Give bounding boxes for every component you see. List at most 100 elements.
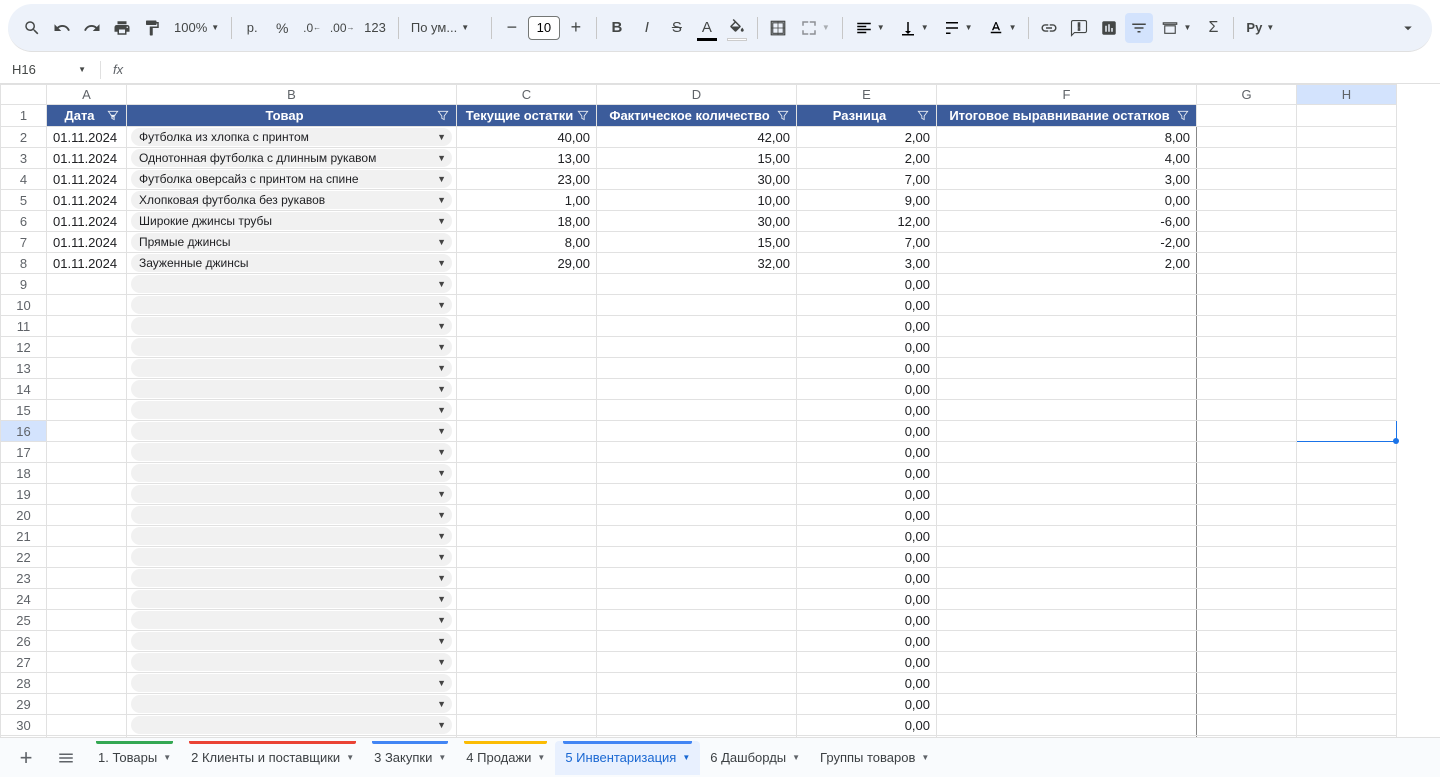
cell[interactable] <box>1197 400 1297 421</box>
cell[interactable] <box>1297 169 1397 190</box>
header-product[interactable]: Товар <box>127 105 457 127</box>
vertical-align-dropdown[interactable]: ▼ <box>893 13 935 43</box>
cell-final[interactable]: 3,00 <box>937 169 1197 190</box>
chevron-down-icon[interactable]: ▼ <box>163 753 171 762</box>
sheet-tab[interactable]: 1. Товары▼ <box>88 741 181 775</box>
cell[interactable] <box>1197 127 1297 148</box>
cell[interactable] <box>1297 400 1397 421</box>
cell[interactable] <box>1297 715 1397 736</box>
cell-diff[interactable]: 7,00 <box>797 232 937 253</box>
horizontal-align-dropdown[interactable]: ▼ <box>849 13 891 43</box>
cell-actual[interactable]: 42,00 <box>597 127 797 148</box>
cell[interactable] <box>937 694 1197 715</box>
product-dropdown[interactable]: ▼ <box>131 443 452 461</box>
cell[interactable] <box>457 568 597 589</box>
product-dropdown[interactable]: Однотонная футболка с длинным рукавом▼ <box>131 149 452 167</box>
column-header-c[interactable]: C <box>457 85 597 105</box>
cell[interactable] <box>47 463 127 484</box>
font-size-input[interactable] <box>528 16 560 40</box>
cell[interactable] <box>457 610 597 631</box>
column-header-d[interactable]: D <box>597 85 797 105</box>
more-toolbar-icon[interactable] <box>1394 13 1422 43</box>
cell[interactable] <box>1197 505 1297 526</box>
column-header-g[interactable]: G <box>1197 85 1297 105</box>
row-header[interactable]: 12 <box>1 337 47 358</box>
sheet-tab[interactable]: 2 Клиенты и поставщики▼ <box>181 741 364 775</box>
cell-diff[interactable]: 9,00 <box>797 190 937 211</box>
cell[interactable] <box>47 673 127 694</box>
row-header[interactable]: 5 <box>1 190 47 211</box>
cell[interactable] <box>1297 610 1397 631</box>
cell[interactable] <box>457 526 597 547</box>
print-icon[interactable] <box>108 13 136 43</box>
cell-current[interactable]: 29,00 <box>457 253 597 274</box>
cell[interactable] <box>457 274 597 295</box>
cell[interactable] <box>47 547 127 568</box>
cell-date[interactable]: 01.11.2024 <box>47 148 127 169</box>
column-header-a[interactable]: A <box>47 85 127 105</box>
cell-product[interactable]: ▼ <box>127 358 457 379</box>
italic-icon[interactable]: I <box>633 13 661 43</box>
cell-diff[interactable]: 0,00 <box>797 736 937 738</box>
cell-product[interactable]: Футболка оверсайз с принтом на спине▼ <box>127 169 457 190</box>
cell[interactable] <box>937 463 1197 484</box>
cell-diff[interactable]: 0,00 <box>797 337 937 358</box>
row-header[interactable]: 10 <box>1 295 47 316</box>
filter-views-dropdown[interactable]: ▼ <box>1155 13 1197 43</box>
row-header[interactable]: 24 <box>1 589 47 610</box>
cell-diff[interactable]: 0,00 <box>797 673 937 694</box>
row-header[interactable]: 17 <box>1 442 47 463</box>
product-dropdown[interactable]: ▼ <box>131 485 452 503</box>
cell[interactable] <box>1197 652 1297 673</box>
row-header[interactable]: 14 <box>1 379 47 400</box>
cell[interactable] <box>47 337 127 358</box>
cell-product[interactable]: Прямые джинсы▼ <box>127 232 457 253</box>
cell[interactable] <box>937 547 1197 568</box>
cell[interactable] <box>937 400 1197 421</box>
cell-current[interactable]: 8,00 <box>457 232 597 253</box>
header-date[interactable]: Дата <box>47 105 127 127</box>
cell[interactable] <box>1197 105 1297 127</box>
selection-handle[interactable] <box>1393 438 1399 444</box>
cell-diff[interactable]: 0,00 <box>797 442 937 463</box>
cell-product[interactable]: ▼ <box>127 631 457 652</box>
cell[interactable] <box>1197 484 1297 505</box>
cell[interactable] <box>1197 589 1297 610</box>
formula-input[interactable] <box>129 58 1436 82</box>
sheet-tab[interactable]: 4 Продажи▼ <box>456 741 555 775</box>
cell[interactable] <box>597 358 797 379</box>
row-header[interactable]: 25 <box>1 610 47 631</box>
cell[interactable] <box>1197 379 1297 400</box>
cell[interactable] <box>937 337 1197 358</box>
cell[interactable] <box>937 421 1197 442</box>
cell[interactable] <box>457 400 597 421</box>
cell[interactable] <box>597 673 797 694</box>
cell[interactable] <box>937 505 1197 526</box>
filter-column-icon[interactable] <box>576 109 590 123</box>
row-header[interactable]: 21 <box>1 526 47 547</box>
cell[interactable] <box>1297 631 1397 652</box>
cell[interactable] <box>1197 421 1297 442</box>
filter-column-icon[interactable] <box>916 109 930 123</box>
cell-date[interactable]: 01.11.2024 <box>47 253 127 274</box>
cell-diff[interactable]: 0,00 <box>797 358 937 379</box>
cell[interactable] <box>1297 694 1397 715</box>
cell[interactable] <box>457 694 597 715</box>
row-header[interactable]: 31 <box>1 736 47 738</box>
search-icon[interactable] <box>18 13 46 43</box>
cell-product[interactable]: Хлопковая футболка без рукавов▼ <box>127 190 457 211</box>
cell-current[interactable]: 18,00 <box>457 211 597 232</box>
product-dropdown[interactable]: ▼ <box>131 611 452 629</box>
cell[interactable] <box>1197 232 1297 253</box>
cell-product[interactable]: ▼ <box>127 652 457 673</box>
cell[interactable] <box>1297 505 1397 526</box>
cell[interactable] <box>457 442 597 463</box>
cell[interactable] <box>47 358 127 379</box>
column-header-e[interactable]: E <box>797 85 937 105</box>
cell-product[interactable]: ▼ <box>127 379 457 400</box>
cell[interactable] <box>47 610 127 631</box>
cell[interactable] <box>1297 379 1397 400</box>
cell-diff[interactable]: 0,00 <box>797 652 937 673</box>
cell[interactable] <box>597 421 797 442</box>
cell[interactable] <box>937 526 1197 547</box>
